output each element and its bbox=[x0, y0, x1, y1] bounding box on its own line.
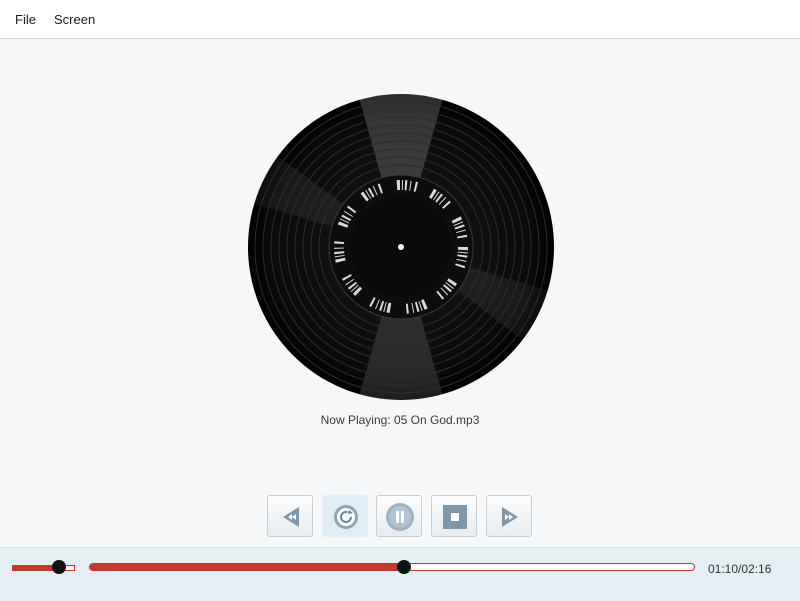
pause-button[interactable] bbox=[376, 495, 422, 537]
vinyl-record-image bbox=[248, 94, 554, 400]
now-playing-label: Now Playing: 05 On God.mp3 bbox=[320, 413, 480, 427]
menu-bar: File Screen bbox=[0, 0, 800, 39]
stop-icon bbox=[443, 505, 467, 529]
stop-button[interactable] bbox=[431, 495, 477, 537]
playback-controls bbox=[0, 495, 800, 539]
rewind-button[interactable] bbox=[267, 495, 313, 537]
fast-forward-icon bbox=[502, 507, 518, 527]
time-display: 01:10/02:16 bbox=[708, 562, 772, 576]
pause-icon bbox=[386, 503, 414, 531]
player-area: Now Playing: 05 On God.mp3 bbox=[0, 39, 800, 547]
seek-bar-thumb[interactable] bbox=[397, 560, 412, 574]
repeat-button[interactable] bbox=[322, 495, 368, 537]
fast-forward-button[interactable] bbox=[486, 495, 532, 537]
seek-bar-track[interactable] bbox=[89, 563, 695, 571]
status-bar: 01:10/02:16 bbox=[0, 547, 800, 601]
menu-file[interactable]: File bbox=[15, 12, 36, 27]
volume-slider-thumb[interactable] bbox=[52, 560, 67, 574]
rewind-icon bbox=[283, 507, 299, 527]
repeat-icon bbox=[334, 505, 358, 529]
menu-screen[interactable]: Screen bbox=[54, 12, 95, 27]
seek-bar-fill bbox=[90, 564, 405, 570]
